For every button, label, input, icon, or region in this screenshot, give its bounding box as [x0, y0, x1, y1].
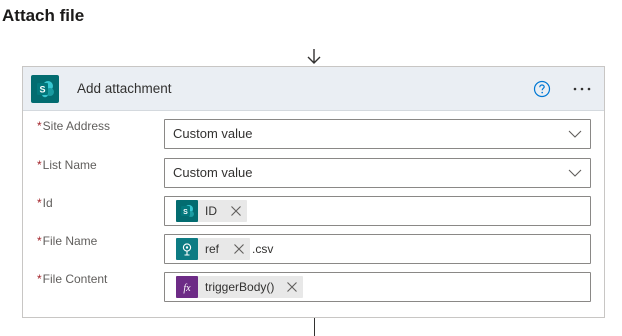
id-input[interactable]: S ID	[164, 196, 591, 226]
chevron-down-icon	[568, 130, 582, 138]
list-name-row: *List Name Custom value	[23, 158, 604, 188]
file-name-label-text: File Name	[42, 234, 98, 248]
file-name-row: *File Name ref .csv	[23, 234, 604, 264]
close-icon[interactable]	[286, 281, 298, 293]
site-address-select[interactable]: Custom value	[164, 119, 591, 149]
site-address-label-text: Site Address	[42, 119, 111, 133]
ref-token[interactable]: ref	[176, 238, 250, 260]
id-label: *Id	[37, 196, 53, 210]
id-label-text: Id	[42, 196, 53, 210]
svg-text:S: S	[183, 209, 188, 216]
ref-token-label: ref	[205, 242, 220, 256]
arrow-down-icon	[307, 49, 321, 64]
id-row: *Id S ID	[23, 196, 604, 226]
sharepoint-icon: S	[176, 200, 198, 222]
chevron-down-icon	[568, 169, 582, 177]
file-content-label: *File Content	[37, 272, 107, 286]
file-name-label: *File Name	[37, 234, 97, 248]
site-address-row: *Site Address Custom value	[23, 119, 604, 149]
sharepoint-icon: S	[31, 75, 59, 103]
more-options-icon[interactable]	[571, 79, 593, 99]
required-marker: *	[37, 272, 42, 286]
required-marker: *	[37, 119, 42, 133]
close-icon[interactable]	[230, 205, 242, 217]
required-marker: *	[37, 158, 42, 172]
list-name-label: *List Name	[37, 158, 97, 172]
required-marker: *	[37, 234, 42, 248]
list-name-select[interactable]: Custom value	[164, 158, 591, 188]
file-content-label-text: File Content	[42, 272, 108, 286]
trigger-body-token-label: triggerBody()	[205, 280, 275, 294]
flow-connector-line	[314, 318, 315, 336]
svg-text:S: S	[39, 85, 45, 95]
site-address-label: *Site Address	[37, 119, 110, 133]
id-token[interactable]: S ID	[176, 200, 247, 222]
variable-icon	[176, 238, 198, 260]
site-address-value: Custom value	[173, 126, 253, 141]
svg-text:fx: fx	[183, 283, 191, 294]
help-icon[interactable]	[533, 80, 551, 98]
id-token-label: ID	[205, 204, 217, 218]
action-card: S Add attachment *Site Address Custom va…	[22, 66, 605, 318]
list-name-value: Custom value	[173, 165, 253, 180]
close-icon[interactable]	[233, 243, 245, 255]
list-name-label-text: List Name	[42, 158, 97, 172]
trigger-body-token[interactable]: fx triggerBody()	[176, 276, 303, 298]
action-card-header[interactable]: S Add attachment	[23, 67, 604, 111]
expression-fx-icon: fx	[176, 276, 198, 298]
file-content-input[interactable]: fx triggerBody()	[164, 272, 591, 302]
page-title: Attach file	[2, 6, 85, 25]
required-marker: *	[37, 196, 42, 210]
file-content-row: *File Content fx triggerBody()	[23, 272, 604, 302]
file-name-input[interactable]: ref .csv	[164, 234, 591, 264]
action-title: Add attachment	[77, 81, 172, 96]
file-extension-text: .csv	[252, 242, 274, 256]
